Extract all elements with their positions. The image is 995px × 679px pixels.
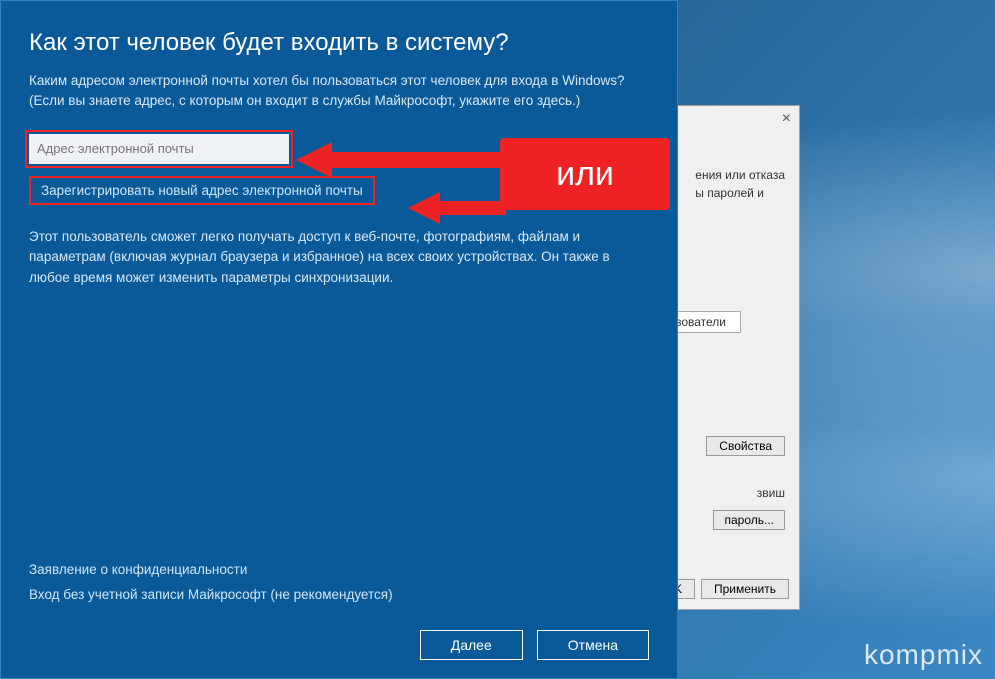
signin-setup-dialog: Как этот человек будет входить в систему… — [0, 0, 678, 679]
close-icon[interactable]: × — [782, 110, 791, 128]
cancel-button[interactable]: Отмена — [537, 630, 649, 660]
dialog-description: Каким адресом электронной почты хотел бы… — [29, 71, 629, 112]
apply-button[interactable]: Применить — [701, 579, 789, 599]
signin-without-account-link[interactable]: Вход без учетной записи Майкрософт (не р… — [29, 587, 649, 602]
password-button[interactable]: пароль... — [713, 510, 785, 530]
email-field[interactable] — [29, 134, 289, 164]
partial-text-2: звиш — [757, 486, 785, 500]
dialog-title: Как этот человек будет входить в систему… — [29, 29, 649, 57]
annotation-arrow-top — [296, 140, 506, 180]
properties-button[interactable]: Свойства — [706, 436, 785, 456]
privacy-statement-link[interactable]: Заявление о конфиденциальности — [29, 562, 649, 577]
bottom-links: Заявление о конфиденциальности Вход без … — [29, 552, 649, 612]
dialog-description-2: Этот пользователь сможет легко получать … — [29, 227, 629, 290]
annotation-arrow-bottom — [408, 190, 508, 226]
annotation-or-label: или — [500, 138, 670, 210]
next-button[interactable]: Далее — [420, 630, 523, 660]
partial-text: ения или отказа ы паролей и — [695, 166, 785, 202]
watermark-text: kompmix — [864, 639, 983, 671]
